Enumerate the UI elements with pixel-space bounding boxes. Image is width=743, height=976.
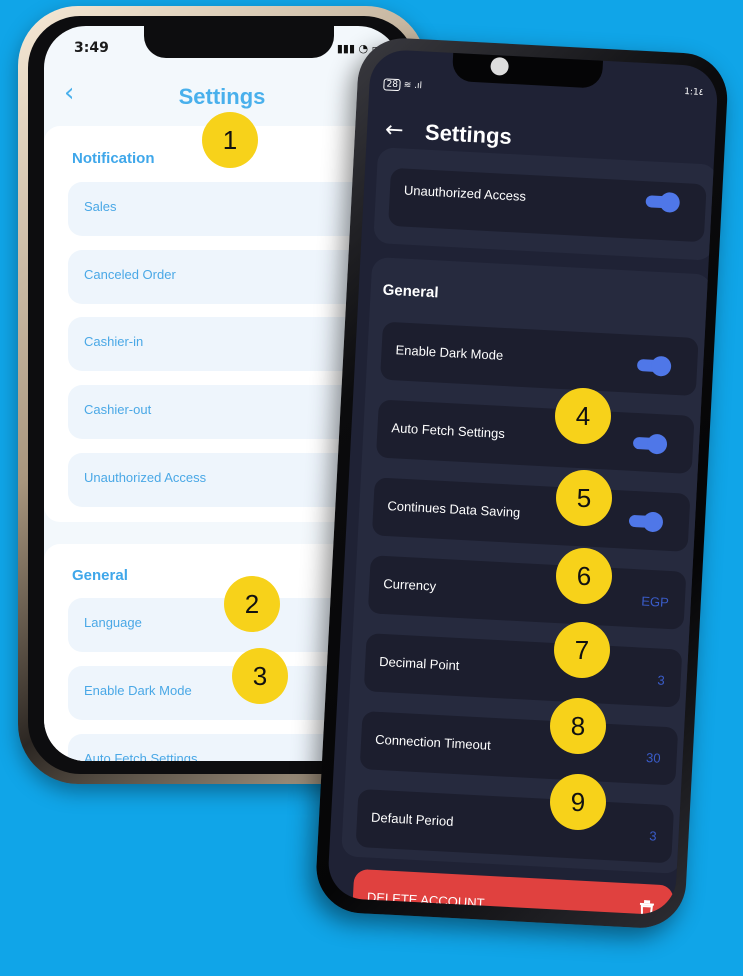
setting-label: Continues Data Saving (387, 498, 521, 521)
setting-label: Auto Fetch Settings (391, 420, 506, 442)
general-panel: General Enable Dark Mode Auto Fetch Sett… (341, 256, 712, 874)
badge-2: 2 (224, 576, 280, 632)
page-title: Settings (424, 119, 513, 150)
setting-label: Sales (84, 199, 117, 214)
dark-screen: 28 ≋ .ıl 1:1٤ ← Settings Unauthorized Ac… (326, 48, 719, 916)
setting-label: Enable Dark Mode (395, 342, 504, 363)
setting-label: Auto Fetch Settings (84, 751, 198, 761)
badge-6: 6 (556, 548, 612, 604)
status-battery: 28 ≋ .ıl (383, 78, 422, 91)
setting-label: Currency (382, 575, 437, 594)
status-time: 3:49 (74, 40, 109, 56)
badge-3: 3 (232, 648, 288, 704)
setting-label: Default Period (370, 809, 454, 829)
section-general: General (72, 567, 128, 584)
setting-label: Canceled Order (84, 267, 176, 282)
default-period-value: 3 (648, 828, 657, 844)
back-icon[interactable]: ← (384, 117, 404, 143)
badge-4: 4 (555, 388, 611, 444)
badge-7: 7 (554, 622, 610, 678)
section-notification: Notification (72, 150, 155, 167)
setting-label: Cashier-out (84, 402, 152, 417)
setting-label: Connection Timeout (374, 731, 492, 753)
setting-label: Decimal Point (378, 653, 460, 674)
setting-label: Cashier-in (84, 334, 144, 349)
setting-row-default-period[interactable]: Default Period 3 (355, 788, 675, 864)
notch (451, 48, 604, 89)
delete-account-button[interactable]: DELETE ACCOUNT (351, 868, 674, 916)
setting-row-enable-dark-mode[interactable]: Enable Dark Mode (380, 321, 699, 397)
setting-label: Unauthorized Access (403, 182, 527, 204)
auto-fetch-toggle[interactable] (632, 433, 668, 455)
setting-row-unauthorized-access[interactable]: Unauthorized Access (388, 167, 707, 243)
page-title: Settings (178, 84, 266, 109)
notification-panel: Unauthorized Access (373, 147, 718, 261)
setting-row-auto-fetch[interactable]: Auto Fetch Settings (375, 399, 695, 474)
section-general: General (382, 281, 439, 302)
status-time: 1:1٤ (683, 87, 704, 99)
badge-1: 1 (202, 112, 258, 168)
notch (144, 26, 334, 58)
unauthorized-access-toggle[interactable] (645, 191, 681, 213)
decimal-point-value: 3 (657, 672, 666, 688)
setting-label: Language (84, 615, 142, 630)
setting-label: Unauthorized Access (84, 470, 207, 485)
connection-timeout-value: 30 (645, 749, 662, 766)
setting-row-data-saving[interactable]: Continues Data Saving (371, 477, 691, 552)
delete-label: DELETE ACCOUNT (366, 889, 485, 911)
trash-icon (639, 900, 654, 916)
setting-row-currency[interactable]: Currency EGP (367, 555, 687, 630)
setting-label: Enable Dark Mode (84, 683, 192, 698)
setting-row-connection-timeout[interactable]: Connection Timeout 30 (359, 711, 679, 786)
currency-value: EGP (640, 593, 670, 610)
data-saving-toggle[interactable] (628, 511, 664, 533)
dark-mode-toggle[interactable] (636, 355, 672, 377)
badge-9: 9 (550, 774, 606, 830)
dark-phone-wrapper: 28 ≋ .ıl 1:1٤ ← Settings Unauthorized Ac… (312, 36, 743, 976)
setting-row-decimal-point[interactable]: Decimal Point 3 (363, 633, 683, 708)
dark-phone: 28 ≋ .ıl 1:1٤ ← Settings Unauthorized Ac… (314, 36, 730, 931)
badge-5: 5 (556, 470, 612, 526)
badge-8: 8 (550, 698, 606, 754)
